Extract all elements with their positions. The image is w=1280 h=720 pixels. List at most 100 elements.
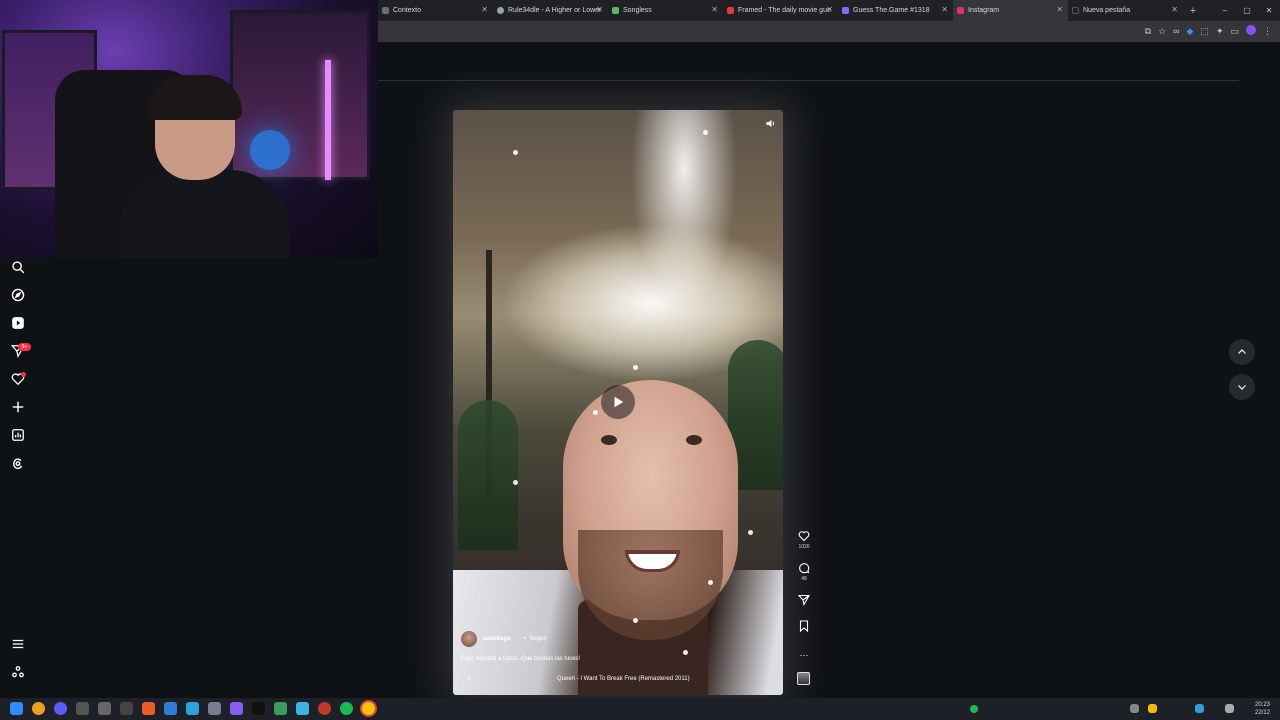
browser-tab[interactable]: Contexto ✕ xyxy=(378,0,493,21)
instagram-sidebar: 9+ xyxy=(0,258,36,698)
tab-close-icon[interactable]: ✕ xyxy=(481,5,488,14)
telegram-icon[interactable] xyxy=(186,702,199,715)
windows-start-icon[interactable] xyxy=(10,702,23,715)
tab-close-icon[interactable]: ✕ xyxy=(1171,5,1178,14)
meta-icon[interactable] xyxy=(11,665,25,679)
chrome-icon[interactable] xyxy=(362,702,375,715)
tray-icon[interactable] xyxy=(1130,704,1139,713)
previous-reel-button[interactable] xyxy=(1229,339,1255,365)
save-action[interactable] xyxy=(796,620,812,632)
minimize-button[interactable]: – xyxy=(1214,0,1236,21)
app-icon[interactable] xyxy=(296,702,309,715)
snowflake xyxy=(708,580,713,585)
app-icon[interactable] xyxy=(274,702,287,715)
volume-icon[interactable] xyxy=(765,116,776,128)
tab-favicon-icon xyxy=(612,7,619,14)
extensions-puzzle-icon[interactable]: ⬚ xyxy=(1200,25,1209,38)
sidebar-toggle-icon[interactable]: ▭ xyxy=(1230,25,1239,38)
reel-eye xyxy=(601,435,617,445)
bookmark-icon xyxy=(799,620,809,632)
heart-icon xyxy=(798,531,810,542)
author-avatar[interactable] xyxy=(461,631,477,647)
app-icon[interactable] xyxy=(164,702,177,715)
clock-time: 20:23 xyxy=(1254,702,1270,708)
spotify-icon[interactable] xyxy=(340,702,353,715)
follow-button[interactable]: • Seguir xyxy=(524,636,547,642)
extension-icon[interactable]: ◆ xyxy=(1187,25,1194,38)
tab-close-icon[interactable]: ✕ xyxy=(1056,5,1063,14)
app-icon[interactable] xyxy=(318,702,331,715)
snowflake xyxy=(513,480,518,485)
install-app-icon[interactable]: ⧉ xyxy=(1145,25,1151,38)
like-action[interactable]: 1020 xyxy=(796,530,812,550)
browser-tab-active[interactable]: Instagram ✕ xyxy=(953,0,1068,21)
profile-avatar[interactable] xyxy=(1246,25,1256,35)
wifi-icon[interactable] xyxy=(1225,704,1234,713)
app-icon[interactable] xyxy=(120,702,133,715)
play-button[interactable] xyxy=(601,385,635,419)
next-reel-button[interactable] xyxy=(1229,374,1255,400)
tab-close-icon[interactable]: ✕ xyxy=(941,5,948,14)
bookmarks-icon[interactable]: ✦ xyxy=(1216,25,1224,38)
audio-thumbnail[interactable] xyxy=(797,672,810,685)
tray-icon[interactable] xyxy=(1148,704,1157,713)
threads-icon[interactable] xyxy=(11,456,25,470)
tiktok-icon[interactable] xyxy=(252,702,265,715)
chevron-up-icon xyxy=(1238,349,1246,354)
menu-icon[interactable] xyxy=(11,637,25,651)
comment-action[interactable]: 48 xyxy=(796,562,812,582)
comment-count: 48 xyxy=(801,576,807,582)
instagram-favicon-icon xyxy=(957,7,964,14)
tab-close-icon[interactable]: ✕ xyxy=(826,5,833,14)
browser-tab[interactable]: Guess The.Game #1318 ✕ xyxy=(838,0,953,21)
search-icon[interactable] xyxy=(32,702,45,715)
tab-title: Guess The.Game #1318 xyxy=(853,7,930,14)
app-icon[interactable] xyxy=(230,702,243,715)
tab-favicon-icon xyxy=(382,7,389,14)
snowflake xyxy=(633,365,638,370)
extension-icon[interactable]: ∞ xyxy=(1173,25,1179,38)
messages-badge: 9+ xyxy=(18,343,31,351)
share-action[interactable] xyxy=(796,594,812,606)
tab-title: Rule34dle - A Higher or Lower xyxy=(508,7,602,14)
tab-title: Instagram xyxy=(968,7,1000,14)
browser-tab[interactable]: Nueva pestaña ✕ xyxy=(1068,0,1183,21)
share-icon xyxy=(798,594,810,606)
play-icon xyxy=(614,396,624,408)
compass-icon[interactable] xyxy=(11,288,25,302)
tab-close-icon[interactable]: ✕ xyxy=(711,5,718,14)
browser-tab[interactable]: Framed - The daily movie gue ✕ xyxy=(723,0,838,21)
search-icon[interactable] xyxy=(11,260,25,274)
browser-tab[interactable]: Songless ✕ xyxy=(608,0,723,21)
toolbar-icons: ⧉ ☆ ∞ ◆ ⬚ ✦ ▭ ⋮ xyxy=(1145,25,1272,38)
tab-favicon-icon xyxy=(842,7,849,14)
more-options-action[interactable]: ⋯ xyxy=(796,645,812,663)
bookmark-star-icon[interactable]: ☆ xyxy=(1158,25,1166,38)
tab-favicon-icon xyxy=(1072,7,1079,14)
page-divider xyxy=(378,80,1239,81)
app-icon[interactable] xyxy=(98,702,111,715)
tab-favicon-icon xyxy=(727,7,734,14)
browser-menu-icon[interactable]: ⋮ xyxy=(1263,25,1272,38)
more-dots-icon: ⋯ xyxy=(799,650,809,660)
reel-audio-track[interactable]: Queen - I Want To Break Free (Remastered… xyxy=(557,676,690,682)
dashboard-icon[interactable] xyxy=(11,428,25,442)
app-icon[interactable] xyxy=(76,702,89,715)
browser-tab[interactable]: Rule34dle - A Higher or Lower ✕ xyxy=(493,0,608,21)
tray-icon[interactable] xyxy=(1195,704,1204,713)
tray-spotify-icon[interactable] xyxy=(970,705,978,713)
taskbar-clock[interactable]: 20:23 22/12 xyxy=(1255,701,1270,717)
chevron-down-icon xyxy=(1238,385,1246,390)
reels-icon[interactable] xyxy=(11,316,25,330)
app-icon[interactable] xyxy=(142,702,155,715)
plus-icon[interactable] xyxy=(11,400,25,414)
close-window-button[interactable]: ✕ xyxy=(1258,0,1280,21)
author-username[interactable]: sasebaga xyxy=(483,636,510,642)
app-icon[interactable] xyxy=(54,702,67,715)
tab-favicon-icon xyxy=(497,7,504,14)
new-tab-button[interactable]: + xyxy=(1183,0,1203,21)
tab-close-icon[interactable]: ✕ xyxy=(596,5,603,14)
app-icon[interactable] xyxy=(208,702,221,715)
maximize-button[interactable]: ▢ xyxy=(1236,0,1258,21)
tab-title: Framed - The daily movie gue xyxy=(738,7,831,14)
